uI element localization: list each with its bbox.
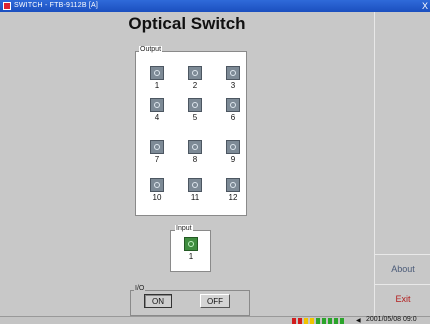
fiber-port-icon (188, 140, 202, 154)
fiber-port-icon (184, 237, 198, 251)
fiber-port-icon (150, 140, 164, 154)
output-port-9[interactable]: 9 (218, 140, 248, 170)
fiber-port-icon (150, 98, 164, 112)
status-datetime: 2001/05/08 09:0 (366, 316, 417, 323)
input-port-1[interactable]: 1 (176, 237, 206, 267)
off-button[interactable]: OFF (200, 294, 230, 308)
status-bar: ◀ 2001/05/08 09:0 (0, 316, 430, 324)
output-port-12[interactable]: 12 (218, 178, 248, 208)
status-led (316, 318, 320, 324)
output-port-label: 3 (230, 81, 236, 90)
fiber-port-icon (150, 66, 164, 80)
output-port-label: 12 (228, 193, 238, 202)
output-port-label: 5 (192, 113, 198, 122)
title-bar: SWITCH - FTB-9112B [A] X (0, 0, 430, 12)
output-port-4[interactable]: 4 (142, 98, 172, 128)
status-led (322, 318, 326, 324)
fiber-port-icon (188, 178, 202, 192)
window-title: SWITCH - FTB-9112B [A] (14, 2, 99, 9)
output-port-label: 11 (190, 193, 200, 202)
about-button[interactable]: About (375, 254, 430, 284)
exit-button[interactable]: Exit (375, 284, 430, 314)
speaker-icon: ◀ (356, 318, 361, 324)
output-port-label: 8 (192, 155, 198, 164)
output-port-5[interactable]: 5 (180, 98, 210, 128)
output-port-8[interactable]: 8 (180, 140, 210, 170)
on-button[interactable]: ON (144, 294, 172, 308)
output-legend: Output (139, 46, 163, 54)
fiber-port-icon (188, 98, 202, 112)
output-port-label: 1 (154, 81, 160, 90)
output-port-11[interactable]: 11 (180, 178, 210, 208)
status-led (340, 318, 344, 324)
output-port-7[interactable]: 7 (142, 140, 172, 170)
app-icon (3, 2, 11, 10)
output-port-2[interactable]: 2 (180, 66, 210, 96)
output-port-1[interactable]: 1 (142, 66, 172, 96)
side-panel: About Exit (374, 12, 430, 316)
status-led (328, 318, 332, 324)
output-port-3[interactable]: 3 (218, 66, 248, 96)
status-led (292, 318, 296, 324)
fiber-port-icon (226, 66, 240, 80)
fiber-port-icon (188, 66, 202, 80)
output-port-label: 10 (152, 193, 162, 202)
page-title: Optical Switch (128, 14, 246, 33)
output-port-label: 7 (154, 155, 160, 164)
status-led (304, 318, 308, 324)
output-port-6[interactable]: 6 (218, 98, 248, 128)
fiber-port-icon (226, 140, 240, 154)
output-port-label: 2 (192, 81, 198, 90)
io-legend: I/O (134, 285, 146, 293)
output-port-label: 6 (230, 113, 236, 122)
output-port-label: 9 (230, 155, 236, 164)
close-icon[interactable]: X (422, 0, 428, 12)
fiber-port-icon (226, 98, 240, 112)
fiber-port-icon (226, 178, 240, 192)
input-legend: Input (175, 225, 193, 233)
output-port-label: 4 (154, 113, 160, 122)
status-led (334, 318, 338, 324)
output-port-10[interactable]: 10 (142, 178, 172, 208)
input-port-label: 1 (188, 252, 194, 261)
status-led (298, 318, 302, 324)
status-led (310, 318, 314, 324)
fiber-port-icon (150, 178, 164, 192)
